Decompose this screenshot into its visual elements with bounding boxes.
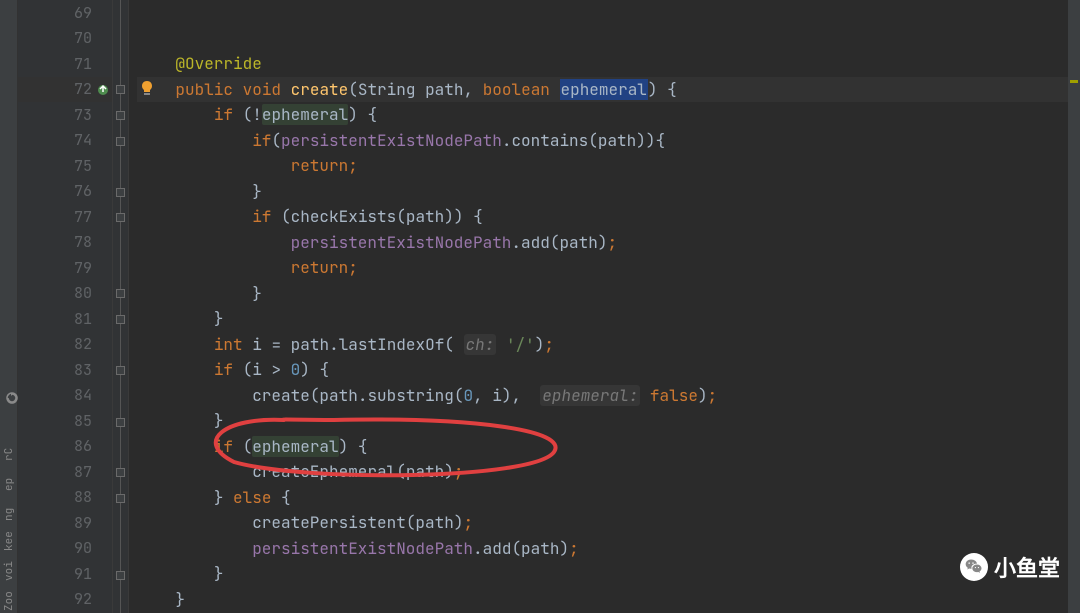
fold-toggle-icon[interactable] [116,289,125,298]
fold-toggle-icon[interactable] [116,315,125,324]
intention-bulb-icon[interactable] [139,80,155,101]
fold-toggle-icon[interactable] [116,366,125,375]
fold-toggle-icon[interactable] [116,494,125,503]
line-number[interactable]: 86 [18,434,112,460]
line-number[interactable]: 83 [18,357,112,383]
line-number[interactable]: 73 [18,102,112,128]
gutter: 69 70 71 72 73 74 75 76 77 78 79 80 81 8… [18,0,113,613]
line-number[interactable]: 85 [18,408,112,434]
line-number[interactable]: 69 [18,0,112,26]
code-line[interactable]: int i = path.lastIndexOf( ch: '/'); [137,332,1080,358]
sidebar-tab[interactable]: Zoo [0,583,18,613]
fold-toggle-icon[interactable] [116,418,125,427]
line-number[interactable]: 84 [18,383,112,409]
line-number[interactable]: 88 [18,485,112,511]
code-line[interactable]: create(path.substring(0, i), ephemeral: … [137,383,1080,409]
code-line[interactable]: } [137,179,1080,205]
line-number[interactable]: 81 [18,306,112,332]
wechat-icon [960,553,988,581]
line-number[interactable]: 71 [18,51,112,77]
code-line[interactable]: persistentExistNodePath.add(path); [137,536,1080,562]
code-line[interactable]: @Override [137,51,1080,77]
sidebar-tabs: rC ep ng kee voi Zoo [0,433,18,613]
line-number[interactable]: 78 [18,230,112,256]
code-line[interactable]: } [137,561,1080,587]
watermark-text: 小鱼堂 [994,551,1060,583]
line-number[interactable]: 76 [18,179,112,205]
watermark: 小鱼堂 [960,551,1060,583]
line-number[interactable]: 89 [18,510,112,536]
fold-toggle-icon[interactable] [116,213,125,222]
line-number[interactable]: 74 [18,128,112,154]
line-number[interactable]: 80 [18,281,112,307]
sidebar-tab[interactable]: kee [0,523,18,553]
code-line[interactable]: public void create(String path, boolean … [137,77,1080,103]
fold-toggle-icon[interactable] [116,571,125,580]
code-line[interactable]: } [137,408,1080,434]
code-line[interactable] [137,0,1080,26]
code-line[interactable]: } [137,587,1080,613]
line-number[interactable]: 79 [18,255,112,281]
sidebar-tab[interactable]: ng [0,493,18,523]
code-line[interactable]: if (ephemeral) { [137,434,1080,460]
code-line[interactable]: } else { [137,485,1080,511]
code-line[interactable]: if (checkExists(path)) { [137,204,1080,230]
code-line[interactable]: } [137,306,1080,332]
line-number[interactable]: 91 [18,561,112,587]
code-line[interactable]: return; [137,255,1080,281]
line-number[interactable]: 82 [18,332,112,358]
sidebar-tab[interactable]: voi [0,553,18,583]
sidebar-tab[interactable]: ep [0,463,18,493]
fold-toggle-icon[interactable] [116,85,125,94]
fold-toggle-icon[interactable] [116,111,125,120]
code-line[interactable]: if (i > 0) { [137,357,1080,383]
fold-toggle-icon[interactable] [116,468,125,477]
code-line[interactable] [137,26,1080,52]
line-number[interactable]: 77 [18,204,112,230]
line-number[interactable]: 75 [18,153,112,179]
line-number[interactable]: 92 [18,587,112,613]
code-line[interactable]: return; [137,153,1080,179]
fold-column [113,0,129,613]
code-line[interactable]: persistentExistNodePath.add(path); [137,230,1080,256]
code-line[interactable]: if(persistentExistNodePath.contains(path… [137,128,1080,154]
code-line[interactable]: } [137,281,1080,307]
line-number[interactable]: 70 [18,26,112,52]
fold-toggle-icon[interactable] [116,188,125,197]
code-area[interactable]: @Override public void create(String path… [129,0,1080,613]
sidebar-left: rC ep ng kee voi Zoo [0,0,18,613]
fold-toggle-icon[interactable] [116,137,125,146]
recursive-call-icon[interactable] [6,389,18,409]
sidebar-tab[interactable]: rC [0,433,18,463]
line-number[interactable]: 90 [18,536,112,562]
line-number[interactable]: 87 [18,459,112,485]
code-line[interactable]: createEphemeral(path); [137,459,1080,485]
scroll-marker[interactable] [1070,80,1078,83]
code-line[interactable]: if (!ephemeral) { [137,102,1080,128]
line-number[interactable]: 72 [18,77,112,103]
editor-container: rC ep ng kee voi Zoo 69 70 71 72 73 74 7… [0,0,1080,613]
code-line[interactable]: createPersistent(path); [137,510,1080,536]
override-marker-icon[interactable] [96,82,110,102]
scrollbar[interactable] [1068,0,1080,613]
